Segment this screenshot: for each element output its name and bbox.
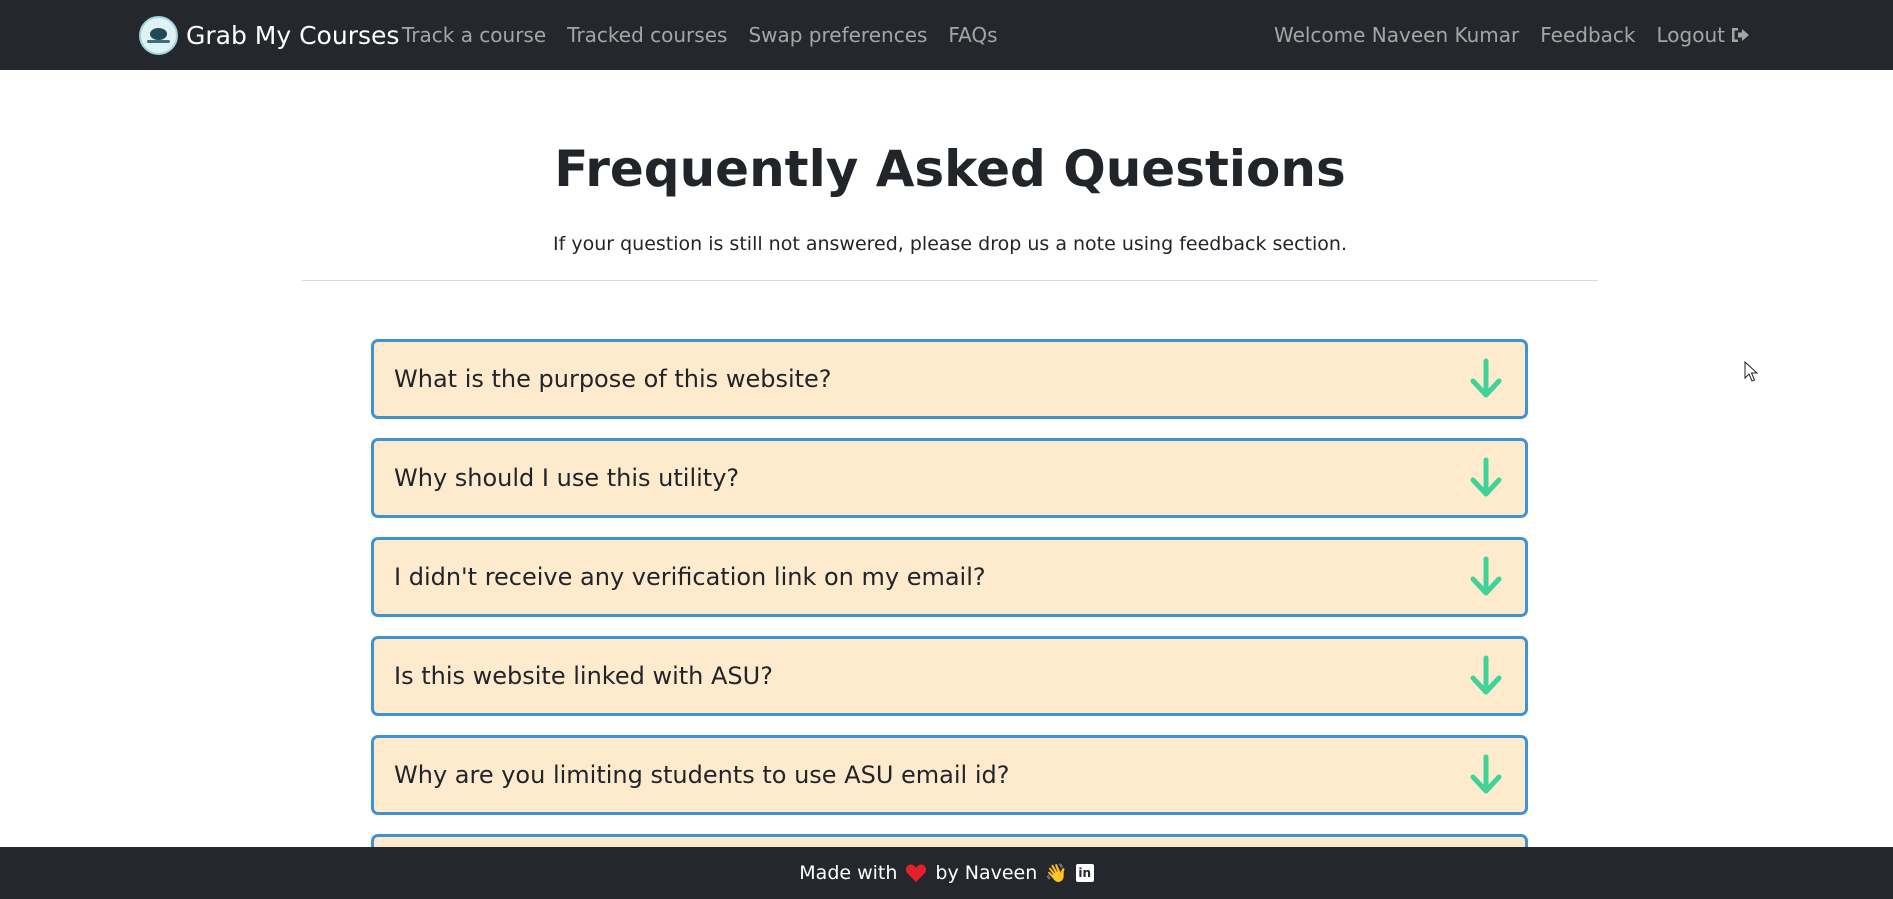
waving-hand-icon: 👋 bbox=[1045, 862, 1068, 884]
faq-item[interactable]: Why should I use this utility? bbox=[371, 438, 1528, 518]
faq-question: Is this website linked with ASU? bbox=[394, 662, 773, 690]
faq-list: What is the purpose of this website? Why… bbox=[371, 339, 1528, 899]
brand-link[interactable]: Grab My Courses bbox=[139, 14, 399, 56]
linkedin-icon[interactable]: in bbox=[1075, 864, 1094, 882]
page-title: Frequently Asked Questions bbox=[554, 140, 1346, 198]
logout-icon bbox=[1732, 28, 1749, 42]
faq-question: Why are you limiting students to use ASU… bbox=[394, 761, 1010, 789]
main-nav: Track a course Tracked courses Swap pref… bbox=[402, 0, 998, 70]
arrow-down-icon bbox=[1470, 655, 1502, 695]
navbar: Grab My Courses Track a course Tracked c… bbox=[0, 0, 1893, 70]
page-subtitle: If your question is still not answered, … bbox=[553, 233, 1347, 255]
arrow-down-icon bbox=[1470, 754, 1502, 794]
faq-item[interactable]: I didn't receive any verification link o… bbox=[371, 537, 1528, 617]
heart-icon bbox=[906, 864, 927, 882]
mouse-cursor-icon bbox=[1744, 361, 1758, 382]
arrow-down-icon bbox=[1470, 457, 1502, 497]
logo-icon bbox=[139, 15, 178, 55]
nav-track-course[interactable]: Track a course bbox=[402, 23, 546, 47]
user-nav: Welcome Naveen Kumar Feedback Logout bbox=[1274, 0, 1750, 70]
footer: Made with by Naveen 👋 in bbox=[0, 847, 1893, 899]
faq-item[interactable]: Is this website linked with ASU? bbox=[371, 636, 1528, 716]
feedback-link[interactable]: Feedback bbox=[1540, 23, 1635, 47]
nav-tracked-courses[interactable]: Tracked courses bbox=[567, 23, 727, 47]
welcome-user-link[interactable]: Welcome Naveen Kumar bbox=[1274, 23, 1519, 47]
footer-author: by Naveen bbox=[935, 862, 1038, 884]
logout-label: Logout bbox=[1656, 23, 1725, 47]
logout-link[interactable]: Logout bbox=[1657, 23, 1750, 47]
arrow-down-icon bbox=[1470, 556, 1502, 596]
divider bbox=[302, 280, 1598, 281]
arrow-down-icon bbox=[1470, 358, 1502, 398]
faq-question: I didn't receive any verification link o… bbox=[394, 563, 986, 591]
footer-made-with: Made with bbox=[799, 862, 898, 884]
nav-faqs[interactable]: FAQs bbox=[948, 23, 997, 47]
faq-item[interactable]: What is the purpose of this website? bbox=[371, 339, 1528, 419]
faq-question: What is the purpose of this website? bbox=[394, 365, 832, 393]
nav-swap-preferences[interactable]: Swap preferences bbox=[748, 23, 927, 47]
faq-question: Why should I use this utility? bbox=[394, 464, 740, 492]
faq-item[interactable]: Why are you limiting students to use ASU… bbox=[371, 735, 1528, 815]
brand-name: Grab My Courses bbox=[186, 20, 400, 50]
